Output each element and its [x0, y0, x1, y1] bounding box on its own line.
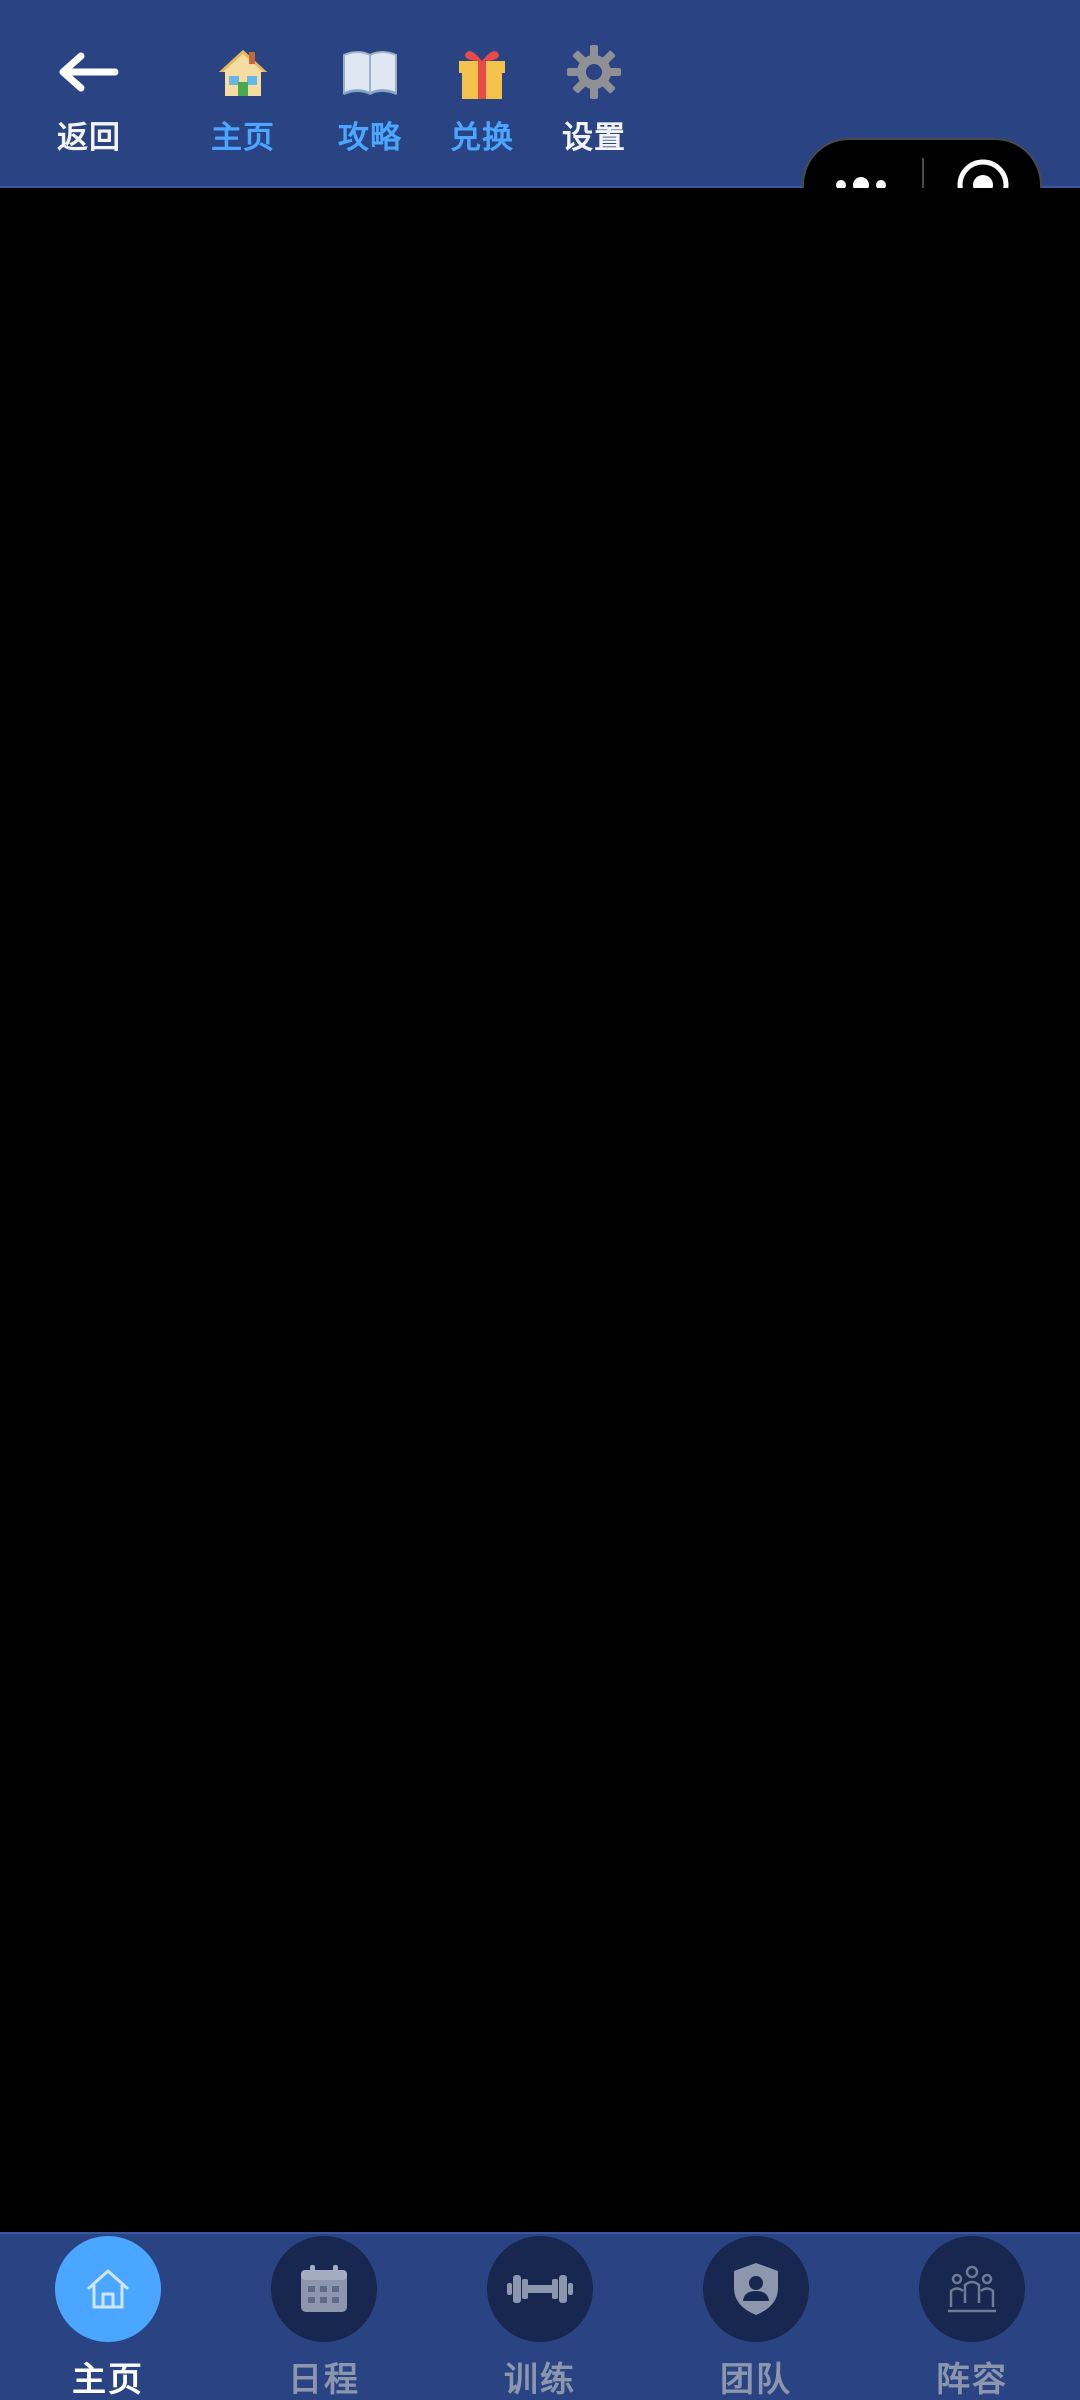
- tab-home-label: 主页: [72, 2360, 144, 2400]
- tab-training-label: 训练: [504, 2360, 576, 2400]
- book-icon: [338, 40, 402, 104]
- nav-redeem-label: 兑换: [450, 120, 514, 156]
- gear-icon: [562, 40, 626, 104]
- tab-schedule-circle: [271, 2236, 377, 2342]
- nav-guide-label: 攻略: [338, 120, 402, 156]
- nav-settings-label: 设置: [562, 120, 626, 156]
- back-label: 返回: [57, 120, 121, 156]
- gift-icon: [450, 40, 514, 104]
- bottom-tab-bar: 主页 日程 训练 团队 阵容: [0, 2232, 1080, 2400]
- dumbbell-icon: [507, 2275, 573, 2303]
- calendar-icon: [301, 2265, 347, 2312]
- nav-settings-button[interactable]: 设置: [538, 40, 650, 160]
- tab-team-circle: [703, 2236, 809, 2342]
- arrow-left-icon: [57, 40, 121, 104]
- tab-lineup[interactable]: 阵容: [864, 2234, 1080, 2400]
- tab-home-circle: [55, 2236, 161, 2342]
- back-button[interactable]: 返回: [33, 40, 145, 160]
- main-content-area: [0, 188, 1080, 2232]
- tab-team-label: 团队: [720, 2360, 792, 2400]
- app-screen: 返回 主页 攻略 兑换 设置 主页 日程 训练 团队 阵容: [0, 0, 1080, 2400]
- shield-user-icon: [734, 2263, 778, 2315]
- tab-team[interactable]: 团队: [648, 2234, 864, 2400]
- tab-schedule[interactable]: 日程: [216, 2234, 432, 2400]
- tab-lineup-label: 阵容: [936, 2360, 1008, 2400]
- tab-home[interactable]: 主页: [0, 2234, 216, 2400]
- home-icon: [87, 2269, 129, 2309]
- tab-training-circle: [487, 2236, 593, 2342]
- tab-training[interactable]: 训练: [432, 2234, 648, 2400]
- house-icon: [211, 40, 275, 104]
- nav-guide-button[interactable]: 攻略: [314, 40, 426, 160]
- tab-lineup-circle: [919, 2236, 1025, 2342]
- group-icon: [948, 2265, 996, 2313]
- nav-redeem-button[interactable]: 兑换: [426, 40, 538, 160]
- nav-home-button[interactable]: 主页: [187, 40, 299, 160]
- nav-home-label: 主页: [211, 120, 275, 156]
- tab-schedule-label: 日程: [288, 2360, 360, 2400]
